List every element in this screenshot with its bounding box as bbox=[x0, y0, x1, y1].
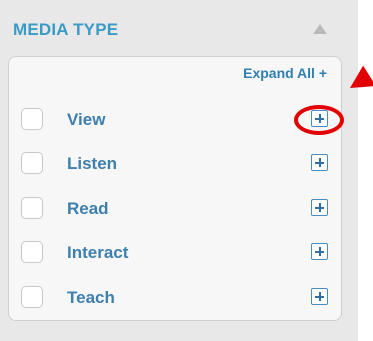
teach-label[interactable]: Teach bbox=[67, 288, 115, 308]
view-checkbox[interactable] bbox=[21, 108, 43, 130]
read-checkbox[interactable] bbox=[21, 197, 43, 219]
teach-expand-plus-icon[interactable] bbox=[311, 288, 328, 305]
read-expand-plus-icon[interactable] bbox=[311, 199, 328, 216]
view-label[interactable]: View bbox=[67, 110, 105, 130]
filter-row-interact: Interact bbox=[9, 238, 341, 268]
media-type-panel: MEDIA TYPE Expand All + View Listen Read… bbox=[0, 0, 358, 341]
panel-header: MEDIA TYPE bbox=[0, 0, 358, 58]
expand-all-link[interactable]: Expand All + bbox=[243, 65, 327, 81]
interact-expand-plus-icon[interactable] bbox=[311, 243, 328, 260]
right-margin bbox=[358, 0, 373, 341]
interact-label[interactable]: Interact bbox=[67, 243, 128, 263]
read-label[interactable]: Read bbox=[67, 199, 109, 219]
filter-row-teach: Teach bbox=[9, 283, 341, 313]
panel-title: MEDIA TYPE bbox=[13, 20, 119, 39]
listen-expand-plus-icon[interactable] bbox=[311, 154, 328, 171]
listen-label[interactable]: Listen bbox=[67, 154, 117, 174]
listen-checkbox[interactable] bbox=[21, 152, 43, 174]
filter-row-listen: Listen bbox=[9, 149, 341, 179]
highlight-circle-annotation bbox=[294, 105, 344, 135]
filter-row-view: View bbox=[9, 105, 341, 135]
interact-checkbox[interactable] bbox=[21, 241, 43, 263]
teach-checkbox[interactable] bbox=[21, 286, 43, 308]
filter-box: Expand All + View Listen Read Interact T… bbox=[8, 56, 342, 321]
filter-row-read: Read bbox=[9, 194, 341, 224]
collapse-arrow-icon[interactable] bbox=[313, 24, 327, 34]
